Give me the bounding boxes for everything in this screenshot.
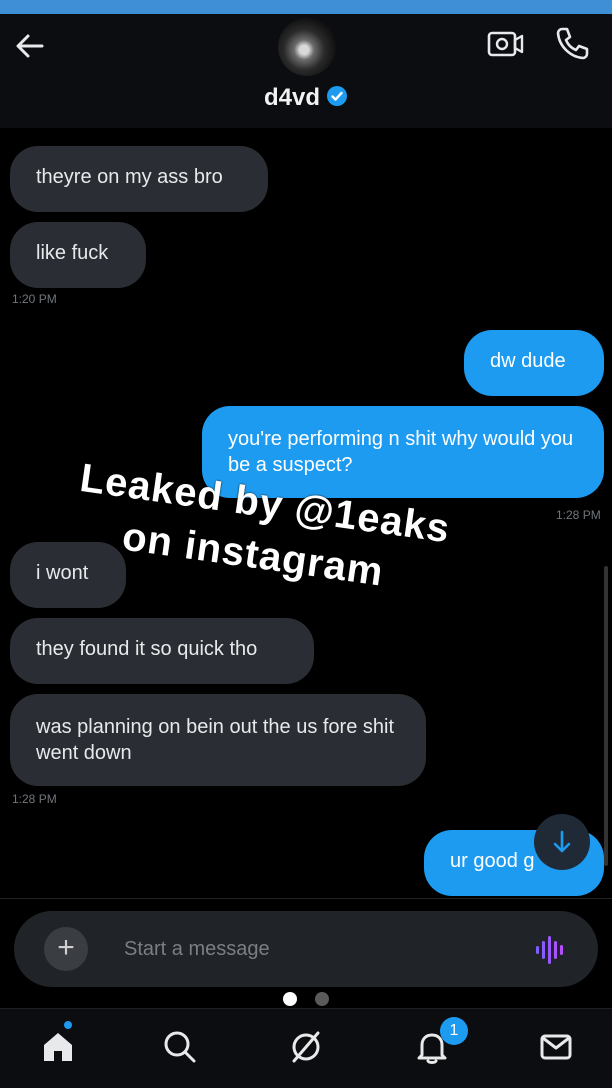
- messages-icon[interactable]: [532, 1023, 580, 1071]
- video-call-icon[interactable]: [486, 28, 526, 60]
- incoming-message[interactable]: like fuck: [10, 222, 146, 288]
- avatar[interactable]: [278, 18, 336, 76]
- page-indicator: [0, 990, 612, 1010]
- communities-icon[interactable]: [282, 1023, 330, 1071]
- bottom-tab-bar: 1: [0, 1008, 612, 1088]
- conversation-header: d4vd: [0, 14, 612, 128]
- conversation-title[interactable]: d4vd: [0, 84, 612, 112]
- message-composer: +: [14, 911, 598, 987]
- scroll-to-bottom-button[interactable]: [534, 814, 590, 870]
- message-input[interactable]: [124, 933, 504, 965]
- incoming-message[interactable]: was planning on bein out the us fore shi…: [10, 694, 426, 786]
- composer-bar: +: [0, 898, 612, 992]
- incoming-message[interactable]: theyre on my ass bro: [10, 146, 268, 212]
- scrollbar[interactable]: [604, 566, 608, 866]
- incoming-message[interactable]: they found it so quick tho: [10, 618, 314, 684]
- verified-badge-icon: [326, 85, 348, 107]
- top-accent-strip: [0, 0, 612, 14]
- home-new-indicator: [64, 1021, 72, 1029]
- search-icon[interactable]: [156, 1023, 204, 1071]
- page-dot-active[interactable]: [283, 992, 297, 1006]
- message-timestamp: 1:28 PM: [556, 508, 601, 522]
- message-timestamp: 1:28 PM: [12, 792, 57, 806]
- notification-count-badge: 1: [440, 1017, 468, 1045]
- message-timestamp: 1:20 PM: [12, 292, 57, 306]
- voice-message-icon[interactable]: [534, 933, 568, 967]
- page-dot[interactable]: [315, 992, 329, 1006]
- arrow-down-icon: [553, 830, 571, 853]
- add-attachment-button[interactable]: +: [44, 927, 88, 971]
- back-arrow-icon[interactable]: [12, 28, 48, 64]
- home-icon[interactable]: [34, 1023, 82, 1071]
- phone-icon[interactable]: [552, 24, 592, 62]
- outgoing-message[interactable]: dw dude: [464, 330, 604, 396]
- username-label: d4vd: [263, 84, 320, 111]
